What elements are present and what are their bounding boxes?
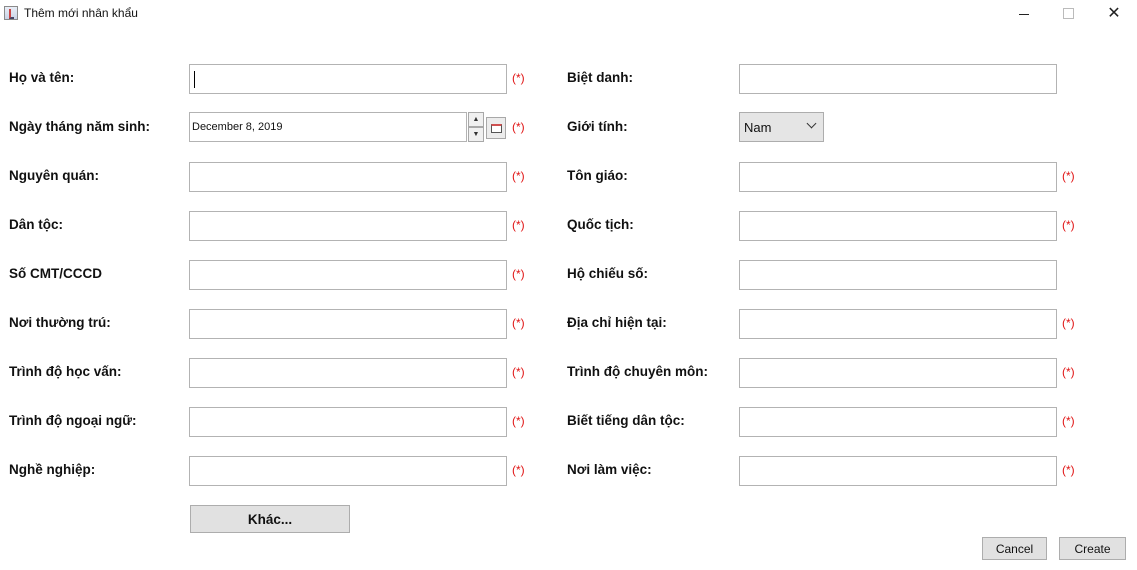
- label-passport-number: Hộ chiếu số:: [567, 266, 649, 281]
- required-marker: (*): [1062, 316, 1075, 330]
- required-marker: (*): [1062, 463, 1075, 477]
- calendar-button[interactable]: [486, 117, 506, 139]
- label-foreign-language: Trình độ ngoại ngữ:: [9, 413, 137, 428]
- cancel-button[interactable]: Cancel: [982, 537, 1047, 560]
- java-app-icon: [4, 6, 18, 20]
- label-education-level: Trình độ học vấn:: [9, 364, 122, 379]
- calendar-icon: [491, 124, 502, 133]
- required-marker: (*): [1062, 218, 1075, 232]
- foreign-language-input[interactable]: [189, 407, 507, 437]
- label-nickname: Biệt danh:: [567, 70, 633, 85]
- birth-date-input[interactable]: December 8, 2019: [189, 112, 467, 142]
- label-id-number: Số CMT/CCCD: [9, 266, 102, 281]
- id-number-input[interactable]: [189, 260, 507, 290]
- required-marker: (*): [512, 218, 525, 232]
- label-birth-date: Ngày tháng năm sinh:: [9, 119, 151, 134]
- education-level-input[interactable]: [189, 358, 507, 388]
- religion-input[interactable]: [739, 162, 1057, 192]
- required-marker: (*): [512, 267, 525, 281]
- chevron-down-icon: [806, 118, 817, 129]
- required-marker: (*): [512, 71, 525, 85]
- label-religion: Tôn giáo:: [567, 168, 628, 183]
- label-nationality: Quốc tịch:: [567, 217, 634, 232]
- gender-selected-value: Nam: [744, 120, 772, 135]
- label-occupation: Nghề nghiệp:: [9, 462, 96, 477]
- required-marker: (*): [512, 316, 525, 330]
- label-ethnic-language: Biết tiếng dân tộc:: [567, 413, 685, 428]
- occupation-input[interactable]: [189, 456, 507, 486]
- title-bar: Thêm mới nhân khẩu ✕: [0, 0, 1137, 26]
- label-hometown: Nguyên quán:: [9, 168, 99, 183]
- required-marker: (*): [512, 414, 525, 428]
- ethnicity-input[interactable]: [189, 211, 507, 241]
- passport-number-input[interactable]: [739, 260, 1057, 290]
- required-marker: (*): [512, 463, 525, 477]
- full-name-input[interactable]: [189, 64, 507, 94]
- nickname-input[interactable]: [739, 64, 1057, 94]
- required-marker: (*): [1062, 365, 1075, 379]
- label-permanent-residence: Nơi thường trú:: [9, 315, 111, 330]
- date-spin-up-button[interactable]: ▲: [468, 112, 484, 127]
- required-marker: (*): [512, 120, 525, 134]
- text-caret: [194, 71, 195, 88]
- label-professional-level: Trình độ chuyên môn:: [567, 364, 708, 379]
- maximize-button: [1045, 0, 1091, 26]
- professional-level-input[interactable]: [739, 358, 1057, 388]
- label-workplace: Nơi làm việc:: [567, 462, 652, 477]
- permanent-residence-input[interactable]: [189, 309, 507, 339]
- create-button[interactable]: Create: [1059, 537, 1126, 560]
- label-ethnicity: Dân tộc:: [9, 217, 63, 232]
- minimize-button[interactable]: [1001, 0, 1047, 26]
- label-gender: Giới tính:: [567, 119, 628, 134]
- label-current-address: Địa chỉ hiện tại:: [567, 315, 667, 330]
- close-button[interactable]: ✕: [1091, 0, 1137, 26]
- birth-date-value: December 8, 2019: [192, 121, 283, 133]
- ethnic-language-input[interactable]: [739, 407, 1057, 437]
- date-spin-down-button[interactable]: ▼: [468, 127, 484, 142]
- hometown-input[interactable]: [189, 162, 507, 192]
- other-button[interactable]: Khác...: [190, 505, 350, 533]
- required-marker: (*): [512, 169, 525, 183]
- window-title: Thêm mới nhân khẩu: [24, 6, 138, 20]
- label-full-name: Họ và tên:: [9, 70, 75, 85]
- current-address-input[interactable]: [739, 309, 1057, 339]
- required-marker: (*): [512, 365, 525, 379]
- gender-select[interactable]: Nam: [739, 112, 824, 142]
- workplace-input[interactable]: [739, 456, 1057, 486]
- required-marker: (*): [1062, 414, 1075, 428]
- required-marker: (*): [1062, 169, 1075, 183]
- nationality-input[interactable]: [739, 211, 1057, 241]
